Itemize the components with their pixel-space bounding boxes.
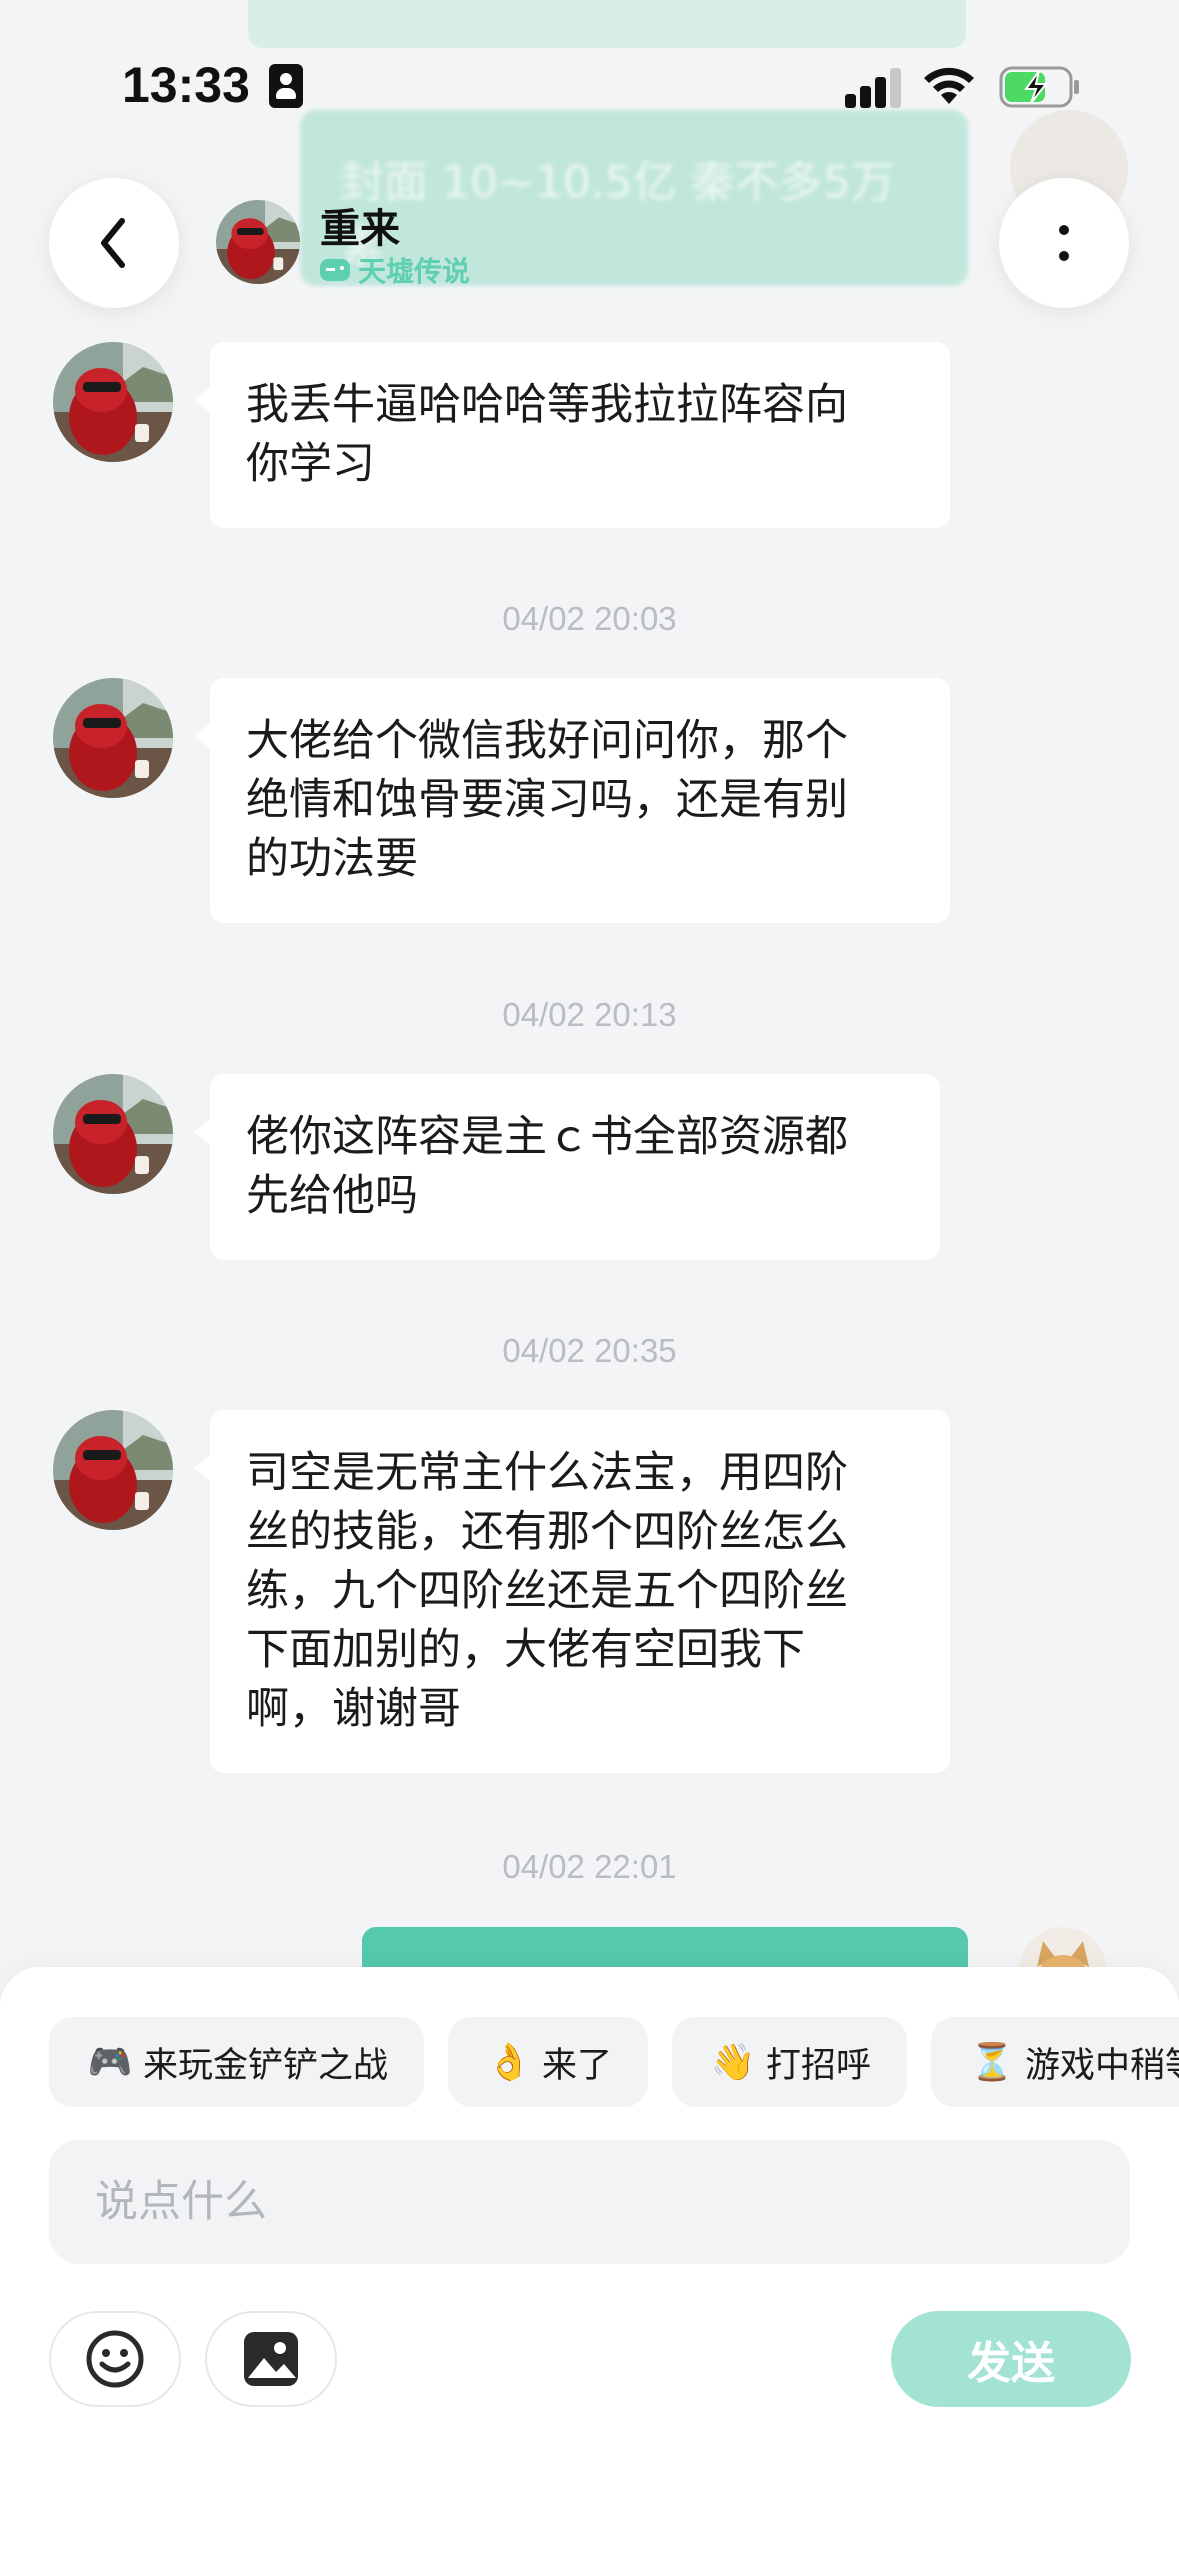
waving-hand-emoji-icon: 👋: [710, 2042, 756, 2083]
message-input[interactable]: [49, 2140, 1130, 2264]
send-button[interactable]: 发送: [891, 2311, 1131, 2407]
contact-avatar[interactable]: [216, 200, 300, 284]
image-icon: [244, 2332, 298, 2386]
sender-avatar[interactable]: [53, 342, 173, 462]
message-bubble[interactable]: 佬你这阵容是主ｃ书全部资源都 先给他吗: [194, 1074, 940, 1260]
sender-avatar[interactable]: [53, 1074, 173, 1194]
quick-reply-chip[interactable]: ⏳ 游戏中稍等: [931, 2017, 1179, 2107]
more-options-button[interactable]: [999, 178, 1129, 308]
cellular-signal-icon: [845, 68, 903, 108]
ok-hand-emoji-icon: 👌: [486, 2042, 532, 2083]
emoji-icon: [86, 2330, 144, 2388]
contact-name: 重来: [320, 206, 400, 252]
image-button[interactable]: [205, 2311, 337, 2407]
contact-card-icon: [269, 64, 303, 108]
contact-game-label: 天墟传说: [320, 250, 470, 290]
message-bubble[interactable]: 我丢牛逼哈哈哈等我拉拉阵容向 你学习: [194, 342, 950, 528]
status-bar: 13:33: [0, 0, 1179, 170]
message-timestamp: 04/02 20:35: [502, 1332, 677, 1369]
sender-avatar[interactable]: [53, 1410, 173, 1530]
message-bubble[interactable]: 司空是无常主什么法宝，用四阶 丝的技能，还有那个四阶丝怎么 练，九个四阶丝还是五个四…: [194, 1410, 950, 1773]
message-bubble[interactable]: 大佬给个微信我好问问你，那个 绝情和蚀骨要演习吗，还是有别 的功法要: [194, 678, 950, 923]
chevron-left-icon: [101, 218, 125, 268]
wifi-icon: [924, 67, 974, 104]
back-button[interactable]: [49, 178, 179, 308]
quick-reply-list: 🎮 来玩金铲铲之战 👌 来了 👋 打招呼 ⏳ 游戏中稍等: [49, 2017, 1179, 2107]
message-timestamp: 04/02 20:03: [502, 600, 677, 637]
emoji-button[interactable]: [49, 2311, 181, 2407]
hourglass-emoji-icon: ⏳: [969, 2042, 1015, 2083]
status-time: 13:33: [122, 57, 250, 113]
quick-reply-chip[interactable]: 👋 打招呼: [672, 2017, 908, 2107]
composer-panel: 🎮 来玩金铲铲之战 👌 来了 👋 打招呼 ⏳ 游戏中稍等 发送: [0, 1967, 1179, 2556]
more-vertical-icon: [1059, 225, 1069, 261]
gamepad-icon: [320, 259, 350, 281]
gamepad-emoji-icon: 🎮: [87, 2042, 133, 2083]
message-timestamp: 04/02 22:01: [502, 1848, 677, 1885]
message-timestamp: 04/02 20:13: [502, 996, 677, 1033]
sender-avatar[interactable]: [53, 678, 173, 798]
quick-reply-chip[interactable]: 👌 来了: [448, 2017, 649, 2107]
battery-charging-icon: [999, 66, 1079, 108]
quick-reply-chip[interactable]: 🎮 来玩金铲铲之战: [49, 2017, 425, 2107]
